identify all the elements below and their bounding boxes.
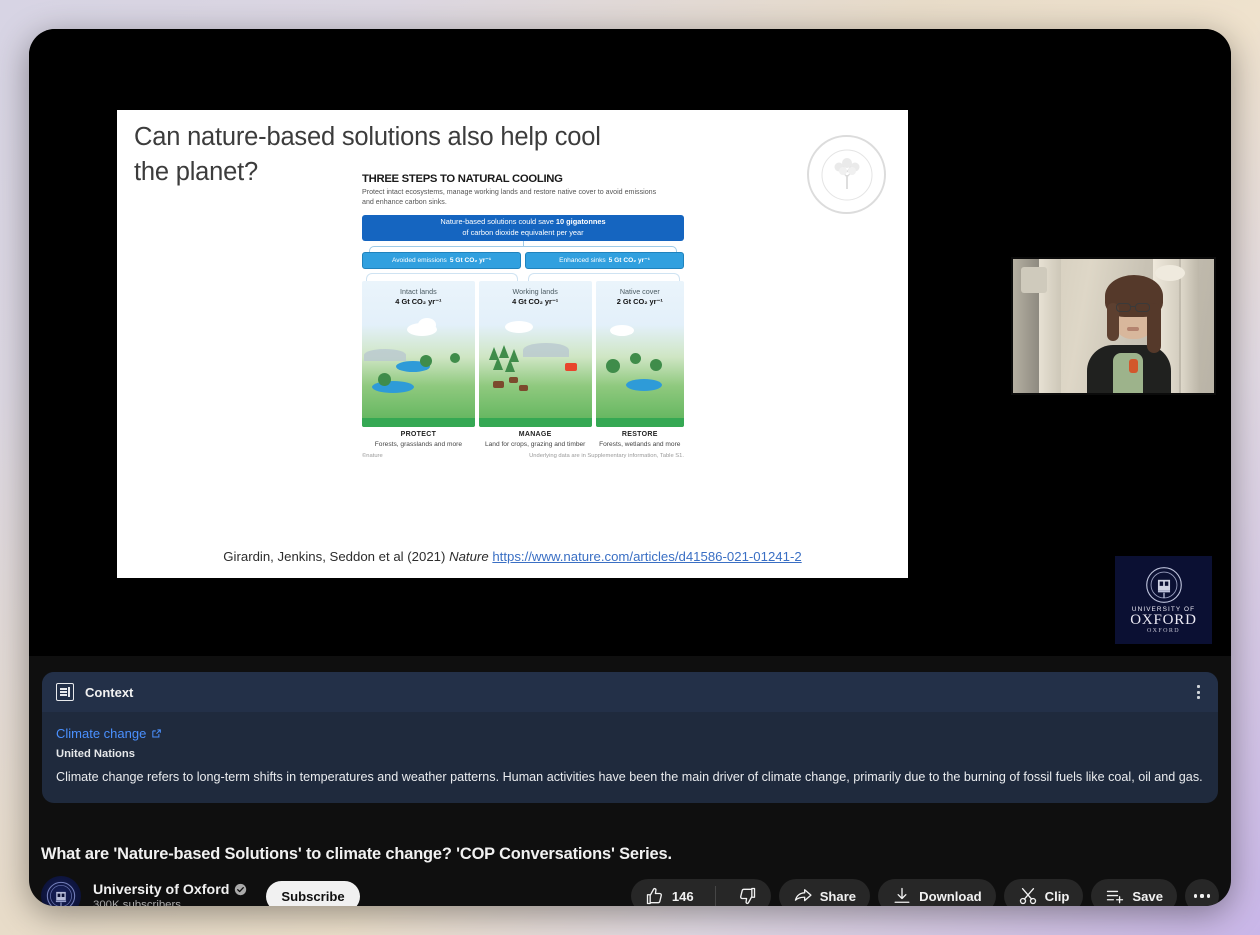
context-description: Climate change refers to long-term shift… [56,770,1203,784]
context-source-name: United Nations [56,748,135,760]
pill-label: Avoided emissions [391,256,447,264]
infographic-credit-row: ©nature Underlying data are in Supplemen… [362,453,684,459]
footer-detail: Forests, grasslands and more [374,440,462,448]
action-buttons-row: 146 Share Download Clip Save [630,879,1219,906]
avatar[interactable] [41,876,81,906]
panel-native-cover: Native cover 2 Gt CO₂ yr⁻¹ [595,280,685,427]
footer-manage: MANAGE Land for crops, grazing and timbe… [479,430,592,450]
tree-circle-icon [807,135,886,214]
more-actions-button[interactable] [1185,879,1219,906]
oxford-wordmark: UNIVERSITY OF OXFORD OXFORD [1130,606,1197,635]
connector-top [362,240,684,252]
slide-citation: Girardin, Jenkins, Seddon et al (2021) N… [117,549,908,564]
channel-block[interactable]: University of Oxford 300K subscribers Su… [41,876,360,906]
infographic-pill-row: Avoided emissions 5 Gt CO₂ yr⁻¹ Enhanced … [362,251,684,269]
footer-protect: PROTECT Forests, grasslands and more [362,430,475,450]
verified-badge-icon [235,883,247,896]
panel-title: Intact lands [400,286,437,296]
context-source-link[interactable]: Climate change [56,726,162,741]
download-button[interactable]: Download [878,879,996,906]
footer-detail: Land for crops, grazing and timber [484,440,586,448]
footer-detail: Forests, wetlands and more [599,440,681,448]
pill-avoided-emissions: Avoided emissions 5 Gt CO₂ yr⁻¹ [362,251,521,269]
panel-working-lands: Working lands 4 Gt CO₂ yr⁻¹ [478,280,592,427]
infographic-note: Underlying data are in Supplementary inf… [529,453,684,460]
context-card-body: Climate change United Nations Climate ch… [42,712,1218,803]
like-button[interactable]: 146 [631,879,708,906]
save-list-icon [1107,890,1124,904]
overlay-line3: OXFORD [1146,628,1181,635]
context-card-header: Context [42,672,1218,712]
context-panel-icon [56,683,74,701]
panel-value: 4 Gt CO₂ yr⁻¹ [395,296,442,306]
headline-line2: of carbon dioxide equivalent per year [462,227,584,237]
oxford-crest-icon [46,881,76,906]
save-label: Save [1132,888,1163,904]
download-label: Download [919,888,982,904]
context-link-label: Climate change [56,726,147,741]
like-divider [714,886,716,906]
share-arrow-icon [794,889,812,902]
citation-link[interactable]: https://www.nature.com/articles/d41586-0… [492,549,801,564]
pill-label: Enhanced sinks [559,256,606,264]
presenter-webcam [1011,257,1216,395]
presentation-slide: Can nature-based solutions also help coo… [117,110,908,578]
citation-authors: Girardin, Jenkins, Seddon et al (2021) [223,549,446,564]
video-player-card: Can nature-based solutions also help coo… [29,29,1231,906]
panel-title: Working lands [512,286,558,296]
panel-title: Native cover [619,286,660,296]
dislike-button[interactable] [723,879,771,906]
channel-name[interactable]: University of Oxford [93,882,229,898]
download-arrow-icon [894,887,910,903]
infographic-footer: PROTECT Forests, grasslands and more MAN… [362,430,684,450]
video-meta-row: University of Oxford 300K subscribers Su… [41,874,1219,906]
channel-text: University of Oxford 300K subscribers [93,882,247,907]
thumbs-down-icon [739,887,755,905]
infographic-headline-bar: Nature-based solutions could save 10 gig… [362,214,684,241]
context-card-title: Context [85,684,134,700]
like-dislike-group: 146 [630,879,771,906]
pill-value: 5 Gt CO₂ yr⁻¹ [449,257,492,265]
footer-action: MANAGE [518,430,552,438]
infographic: THREE STEPS TO NATURAL COOLING Protect i… [362,173,692,503]
subscribe-button[interactable]: Subscribe [266,880,360,906]
share-label: Share [819,888,857,904]
connector-mid [362,269,684,281]
panel-value: 2 Gt CO₂ yr⁻¹ [616,296,663,306]
infographic-credit: ©nature [362,453,383,460]
clip-label: Clip [1044,888,1070,904]
headline-pre: Nature-based solutions could save [440,216,556,226]
save-button[interactable]: Save [1091,879,1177,906]
scissors-icon [1019,888,1036,905]
pill-value: 5 Gt CO₂ yr⁻¹ [608,257,650,265]
subscriber-count: 300K subscribers [93,898,182,907]
kebab-menu-icon[interactable] [1190,684,1206,700]
channel-name-row: University of Oxford [93,882,247,898]
like-count: 146 [671,888,694,904]
video-stage[interactable]: Can nature-based solutions also help coo… [29,29,1231,656]
pill-enhanced-sinks: Enhanced sinks 5 Gt CO₂ yr⁻¹ [525,251,684,269]
share-button[interactable]: Share [778,879,871,906]
infographic-subheading: Protect intact ecosystems, manage workin… [362,188,657,207]
panel-intact-lands: Intact lands 4 Gt CO₂ yr⁻¹ [362,280,475,427]
footer-action: RESTORE [621,430,658,438]
infographic-panels: Intact lands 4 Gt CO₂ yr⁻¹ Working lands… [362,280,685,427]
oxford-branding-overlay: UNIVERSITY OF OXFORD OXFORD [1115,556,1212,644]
overlay-line2: OXFORD [1130,612,1197,629]
thumbs-up-icon [646,887,662,905]
panel-value: 4 Gt CO₂ yr⁻¹ [512,296,559,306]
oxford-crest-icon [1145,566,1182,603]
headline-bold: 10 gigatonnes [555,216,606,226]
footer-action: PROTECT [400,430,437,438]
citation-journal: Nature [449,549,489,564]
infographic-heading: THREE STEPS TO NATURAL COOLING [362,173,563,185]
context-card: Context Climate change United Nations Cl… [42,672,1218,803]
footer-restore: RESTORE Forests, wetlands and more [596,430,684,450]
video-title: What are 'Nature-based Solutions' to cli… [41,845,672,863]
clip-button[interactable]: Clip [1003,879,1084,906]
external-link-icon [152,729,162,738]
